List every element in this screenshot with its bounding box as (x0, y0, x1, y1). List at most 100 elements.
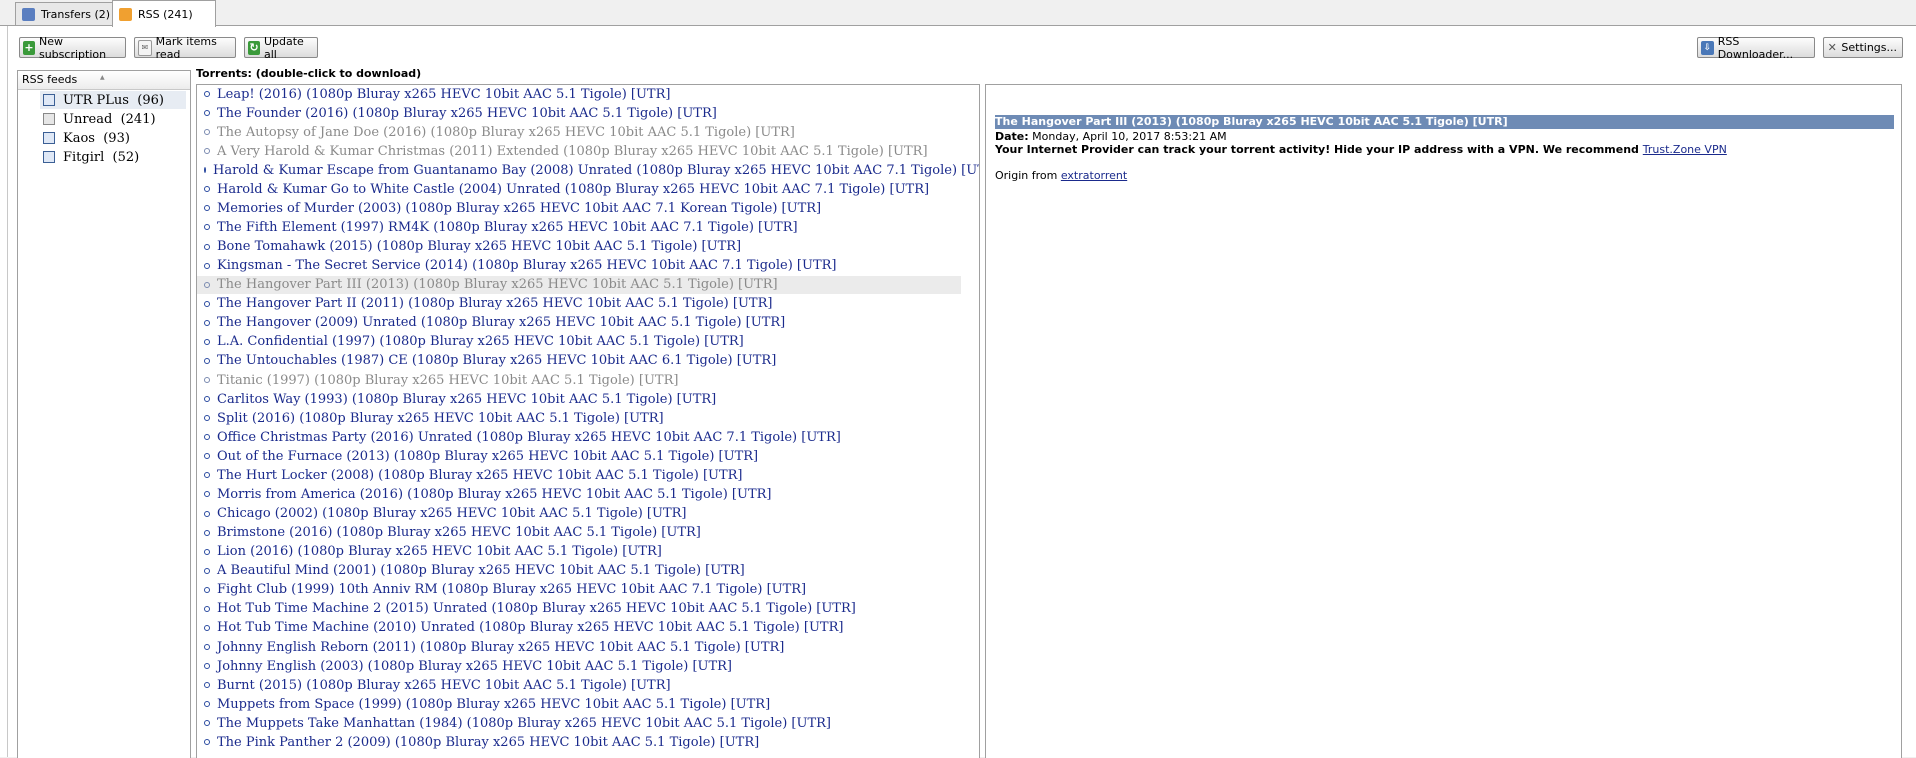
torrent-title: Harold & Kumar Go to White Castle (2004)… (217, 181, 930, 197)
feed-item-label: Kaos (63, 130, 95, 146)
torrent-row[interactable]: Memories of Murder (2003) (1080p Bluray … (197, 199, 961, 217)
detail-vpn-notice: Your Internet Provider can track your to… (995, 143, 1727, 156)
envelope-icon: ✉ (138, 39, 152, 56)
torrent-row[interactable]: Kingsman - The Secret Service (2014) (10… (197, 257, 961, 275)
torrent-title: Brimstone (2016) (1080p Bluray x265 HEVC… (217, 525, 701, 541)
bullet-icon (204, 357, 210, 364)
bullet-icon (204, 186, 210, 193)
torrent-row[interactable]: Johnny English (2003) (1080p Bluray x265… (197, 657, 961, 675)
torrent-row[interactable]: Chicago (2002) (1080p Bluray x265 HEVC 1… (197, 505, 961, 523)
feed-item-label: Unread (63, 111, 113, 127)
tab-transfers[interactable]: Transfers (2) (15, 2, 127, 25)
bullet-icon (204, 510, 210, 517)
feed-item-fitgirl[interactable]: Fitgirl (52) (40, 148, 186, 166)
torrent-row[interactable]: Lion (2016) (1080p Bluray x265 HEVC 10bi… (197, 543, 961, 561)
origin-link[interactable]: extratorrent (1061, 169, 1127, 182)
bullet-icon (204, 91, 210, 97)
torrent-title: Bone Tomahawk (2015) (1080p Bluray x265 … (217, 239, 742, 255)
bullet-icon (204, 167, 206, 174)
feed-item-count: (93) (103, 130, 130, 146)
bullet-icon (204, 224, 210, 231)
torrent-row[interactable]: Carlitos Way (1993) (1080p Bluray x265 H… (197, 390, 961, 408)
torrent-row[interactable]: The Hangover Part III (2013) (1080p Blur… (197, 275, 961, 294)
torrent-row[interactable]: The Hangover Part II (2011) (1080p Blura… (197, 295, 961, 313)
bullet-icon (204, 720, 210, 727)
feed-item-kaos[interactable]: Kaos (93) (40, 129, 186, 147)
torrent-row[interactable]: Harold & Kumar Escape from Guantanamo Ba… (197, 161, 979, 179)
torrent-row[interactable]: Burnt (2015) (1080p Bluray x265 HEVC 10b… (197, 676, 961, 694)
mark-items-read-button[interactable]: ✉ Mark items read (134, 35, 236, 61)
torrent-row[interactable]: Johnny English Reborn (2011) (1080p Blur… (197, 638, 961, 656)
feed-icon (43, 151, 55, 163)
vpn-text: Your Internet Provider can track your to… (995, 143, 1639, 156)
rss-icon (119, 7, 132, 21)
feed-icon (43, 94, 55, 106)
downloader-icon: ⇩ (1701, 40, 1714, 55)
torrent-row[interactable]: Titanic (1997) (1080p Bluray x265 HEVC 1… (197, 371, 961, 389)
torrent-title: The Fifth Element (1997) RM4K (1080p Blu… (217, 219, 798, 235)
bullet-icon (204, 529, 210, 536)
torrent-title: Lion (2016) (1080p Bluray x265 HEVC 10bi… (217, 544, 662, 560)
torrent-row[interactable]: The Muppets Take Manhattan (1984) (1080p… (197, 714, 961, 732)
bullet-icon (204, 243, 210, 250)
torrent-row[interactable]: The Autopsy of Jane Doe (2016) (1080p Bl… (197, 123, 961, 141)
divider (7, 26, 8, 757)
torrent-row[interactable]: The Untouchables (1987) CE (1080p Bluray… (197, 352, 961, 370)
torrent-row[interactable]: Split (2016) (1080p Bluray x265 HEVC 10b… (197, 409, 961, 427)
torrent-row[interactable]: L.A. Confidential (1997) (1080p Bluray x… (197, 333, 961, 351)
torrent-title: The Untouchables (1987) CE (1080p Bluray… (217, 353, 777, 369)
new-subscription-button[interactable]: + New subscription (19, 35, 126, 61)
torrent-row[interactable]: The Pink Panther 2 (2009) (1080p Bluray … (197, 733, 961, 751)
torrent-details-panel: The Hangover Part III (2013) (1080p Blur… (985, 84, 1902, 758)
vpn-link[interactable]: Trust.Zone VPN (1643, 143, 1727, 156)
bullet-icon (204, 205, 210, 212)
torrent-row[interactable]: Office Christmas Party (2016) Unrated (1… (197, 428, 961, 446)
torrent-row[interactable]: Leap! (2016) (1080p Bluray x265 HEVC 10b… (197, 85, 961, 103)
torrent-title: Office Christmas Party (2016) Unrated (1… (217, 429, 841, 445)
torrent-row[interactable]: Fight Club (1999) 10th Anniv RM (1080p B… (197, 581, 961, 599)
rss-feeds-panel: ▲ RSS feeds UTR PLus (96) Unread (241) K… (17, 70, 191, 758)
torrent-row[interactable]: The Hurt Locker (2008) (1080p Bluray x26… (197, 466, 961, 484)
torrent-row[interactable]: Bone Tomahawk (2015) (1080p Bluray x265 … (197, 238, 961, 256)
bullet-icon (204, 567, 210, 574)
bullet-icon (204, 396, 210, 403)
bullet-icon (204, 663, 210, 670)
torrents-label: Torrents: (double-click to download) (196, 67, 422, 80)
torrent-row[interactable]: Morris from America (2016) (1080p Bluray… (197, 485, 961, 503)
bullet-icon (204, 624, 210, 631)
bullet-icon (204, 415, 210, 422)
feed-icon (43, 132, 55, 144)
torrent-row[interactable]: The Founder (2016) (1080p Bluray x265 HE… (197, 104, 961, 122)
torrent-title: Fight Club (1999) 10th Anniv RM (1080p B… (217, 582, 807, 598)
rss-downloader-button[interactable]: ⇩ RSS Downloader... (1697, 34, 1815, 61)
torrent-title: The Autopsy of Jane Doe (2016) (1080p Bl… (217, 124, 795, 140)
plus-icon: + (23, 40, 35, 55)
rss-panel: + New subscription ✉ Mark items read ↻ U… (0, 26, 1916, 758)
torrent-title: Kingsman - The Secret Service (2014) (10… (217, 258, 837, 274)
rss-feeds-header[interactable]: ▲ RSS feeds (18, 71, 190, 90)
bullet-icon (204, 605, 210, 612)
settings-label: Settings... (1841, 41, 1897, 54)
detail-date-label: Date: (995, 130, 1029, 143)
rss-downloader-label: RSS Downloader... (1717, 34, 1794, 61)
torrent-title: A Beautiful Mind (2001) (1080p Bluray x2… (217, 563, 745, 579)
torrent-row[interactable]: Hot Tub Time Machine 2 (2015) Unrated (1… (197, 600, 961, 618)
update-all-button[interactable]: ↻ Update all (244, 35, 318, 61)
torrent-row[interactable]: The Hangover (2009) Unrated (1080p Blura… (197, 314, 961, 332)
torrent-row[interactable]: The Fifth Element (1997) RM4K (1080p Blu… (197, 218, 961, 236)
torrent-row[interactable]: A Beautiful Mind (2001) (1080p Bluray x2… (197, 562, 961, 580)
feed-item-utr-plus[interactable]: UTR PLus (96) (40, 91, 186, 109)
tab-rss[interactable]: RSS (241) (112, 0, 216, 27)
torrent-row[interactable]: A Very Harold & Kumar Christmas (2011) E… (197, 142, 961, 160)
bullet-icon (204, 548, 210, 555)
detail-date-value: Monday, April 10, 2017 8:53:21 AM (1032, 130, 1227, 143)
torrent-row[interactable]: Out of the Furnace (2013) (1080p Bluray … (197, 447, 961, 465)
torrent-title: Harold & Kumar Escape from Guantanamo Ba… (213, 162, 980, 178)
settings-button[interactable]: ✕ Settings... (1823, 37, 1903, 58)
torrent-row[interactable]: Brimstone (2016) (1080p Bluray x265 HEVC… (197, 524, 961, 542)
torrent-row[interactable]: Hot Tub Time Machine (2010) Unrated (108… (197, 619, 961, 637)
feed-item-unread[interactable]: Unread (241) (40, 110, 186, 128)
torrent-row[interactable]: Harold & Kumar Go to White Castle (2004)… (197, 180, 961, 198)
bullet-icon (204, 281, 210, 288)
torrent-row[interactable]: Muppets from Space (1999) (1080p Bluray … (197, 695, 961, 713)
